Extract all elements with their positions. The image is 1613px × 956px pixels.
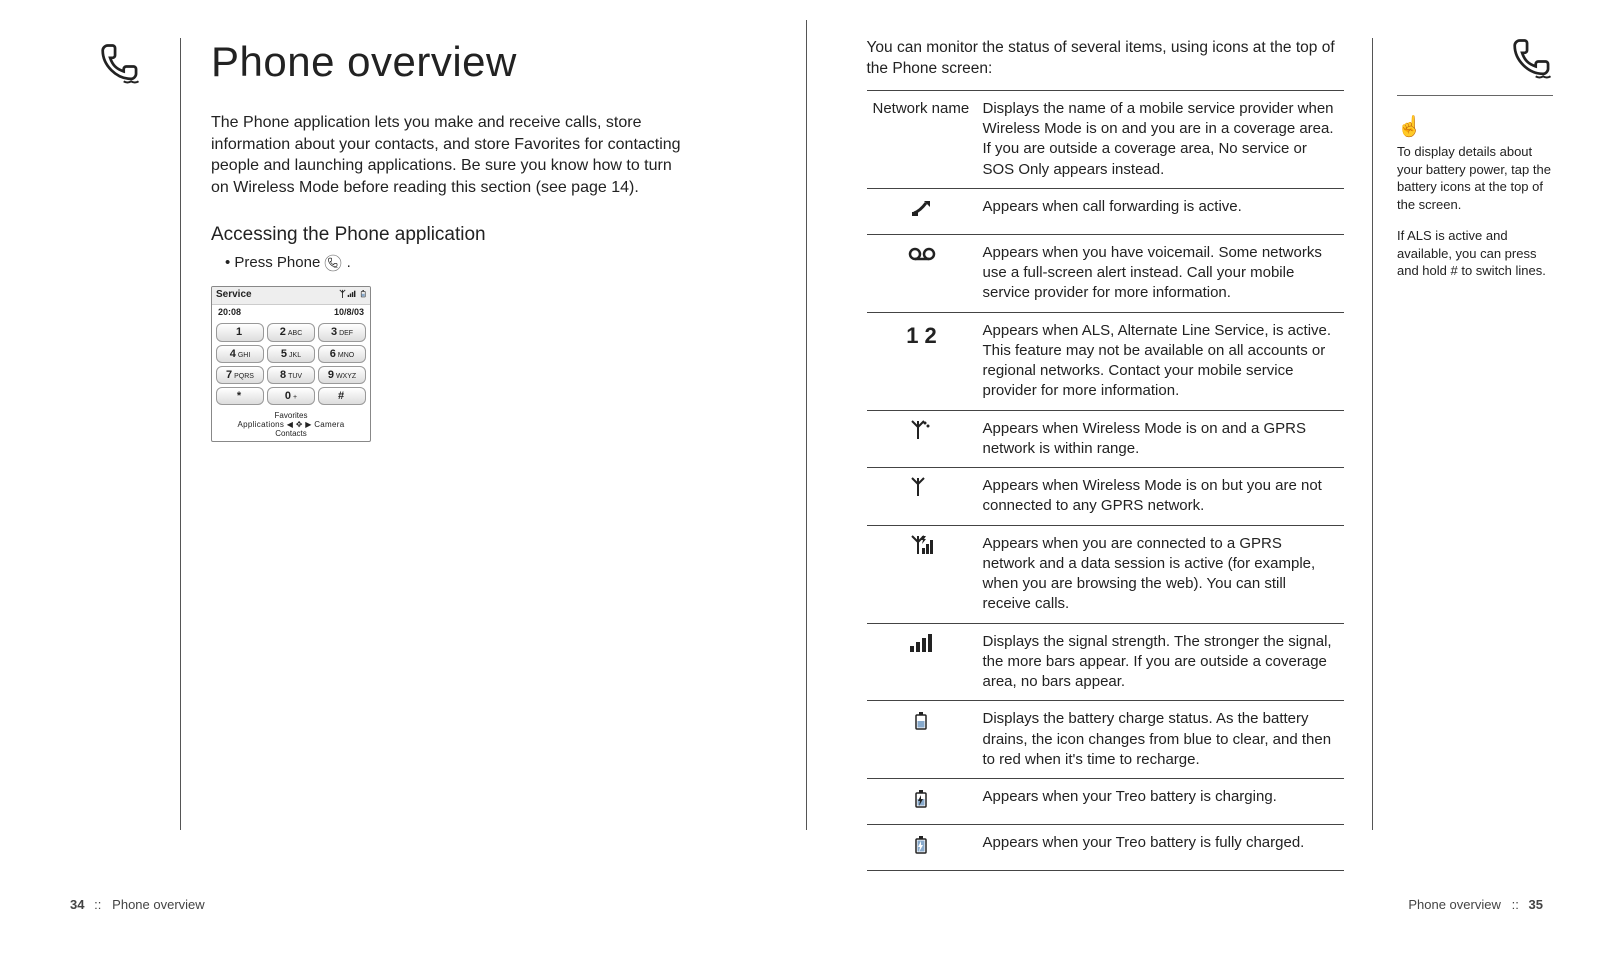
als-icon: 1 2 [867, 312, 977, 410]
table-row: Appears when Wireless Mode is on but you… [867, 468, 1345, 526]
lead-paragraph: You can monitor the status of several it… [867, 38, 1345, 80]
keypad-key: 4GHI [216, 345, 264, 363]
keypad-key: 5JKL [267, 345, 315, 363]
device-screenshot: Service 20:08 10/8/03 12ABC3DEF 4GHI5JKL6… [211, 286, 371, 441]
device-date: 10/8/03 [334, 307, 364, 317]
bullet-press-phone: Press Phone . [211, 254, 747, 272]
device-service-label: Service [216, 289, 252, 302]
page-title: Phone overview [211, 38, 747, 86]
section-subhead: Accessing the Phone application [211, 224, 747, 246]
row-description: Appears when call forwarding is active. [977, 188, 1345, 234]
battery-icon [867, 701, 977, 779]
gprs-in-range-icon [867, 410, 977, 468]
table-row: 1 2Appears when ALS, Alternate Line Serv… [867, 312, 1345, 410]
table-row: Appears when call forwarding is active. [867, 188, 1345, 234]
wireless-no-gprs-icon [867, 468, 977, 526]
keypad-key: 1 [216, 323, 264, 341]
device-time: 20:08 [218, 307, 241, 317]
table-row: Appears when Wireless Mode is on and a G… [867, 410, 1345, 468]
keypad-key: 9WXYZ [318, 366, 366, 384]
keypad-key: 0+ [267, 387, 315, 405]
table-row: Appears when your Treo battery is chargi… [867, 779, 1345, 825]
right-page: You can monitor the status of several it… [807, 0, 1613, 850]
row-description: Displays the battery charge status. As t… [977, 701, 1345, 779]
full-icon [867, 825, 977, 871]
tip-text-1: To display details about your battery po… [1397, 143, 1553, 213]
charging-icon [867, 779, 977, 825]
keypad-key: 2ABC [267, 323, 315, 341]
table-row: Appears when you have voicemail. Some ne… [867, 234, 1345, 312]
footer-right: Phone overview :: 35 [1408, 897, 1543, 912]
voicemail-icon [867, 234, 977, 312]
right-margin: ☝ To display details about your battery … [1373, 38, 1553, 830]
keypad-key: 6MNO [318, 345, 366, 363]
row-description: Appears when Wireless Mode is on and a G… [977, 410, 1345, 468]
call-forward-icon [867, 188, 977, 234]
device-keypad: 12ABC3DEF 4GHI5JKL6MNO 7PQRS8TUV9WXYZ *0+# [212, 319, 370, 408]
tip-icon: ☝ [1397, 114, 1553, 139]
row-description: Appears when ALS, Alternate Line Service… [977, 312, 1345, 410]
device-status-icons [336, 289, 366, 302]
margin-rule [1397, 95, 1553, 96]
row-description: Displays the signal strength. The strong… [977, 623, 1345, 701]
keypad-key: 8TUV [267, 366, 315, 384]
keypad-key: 3DEF [318, 323, 366, 341]
keypad-key: * [216, 387, 264, 405]
signal-icon [867, 623, 977, 701]
table-row: Displays the battery charge status. As t… [867, 701, 1345, 779]
row-description: Displays the name of a mobile service pr… [977, 90, 1345, 188]
row-description: Appears when you have voicemail. Some ne… [977, 234, 1345, 312]
device-favorites-label: Favorites [212, 411, 370, 420]
table-row: Displays the signal strength. The strong… [867, 623, 1345, 701]
phone-icon [1397, 38, 1553, 83]
phone-icon [99, 72, 141, 89]
phone-button-icon [324, 254, 342, 272]
footer-left: 34 :: Phone overview [70, 897, 205, 912]
status-icon-table: Network nameDisplays the name of a mobil… [867, 90, 1345, 871]
row-description: Appears when you are connected to a GPRS… [977, 525, 1345, 623]
left-margin [60, 38, 180, 830]
table-row: Network nameDisplays the name of a mobil… [867, 90, 1345, 188]
table-row: Appears when your Treo battery is fully … [867, 825, 1345, 871]
left-page: Phone overview The Phone application let… [0, 0, 807, 850]
keypad-key: 7PQRS [216, 366, 264, 384]
tip-text-2: If ALS is active and available, you can … [1397, 227, 1553, 280]
table-row: Appears when you are connected to a GPRS… [867, 525, 1345, 623]
device-nav-row: Applications ◀ ✥ ▶ Camera [212, 420, 370, 429]
gprs-active-icon [867, 525, 977, 623]
row-description: Appears when Wireless Mode is on but you… [977, 468, 1345, 526]
device-contacts-label: Contacts [212, 429, 370, 438]
row-label: Network name [867, 90, 977, 188]
keypad-key: # [318, 387, 366, 405]
row-description: Appears when your Treo battery is chargi… [977, 779, 1345, 825]
intro-paragraph: The Phone application lets you make and … [211, 112, 681, 198]
row-description: Appears when your Treo battery is fully … [977, 825, 1345, 871]
